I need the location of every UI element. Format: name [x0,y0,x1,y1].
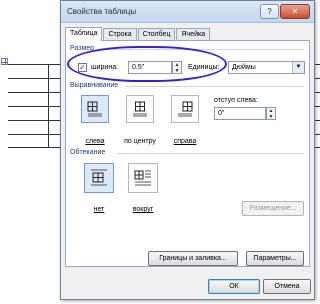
tab-label: Строка [108,31,132,38]
units-select[interactable]: Дюймы ▼ [228,61,305,74]
indent-label: отступ слева: [214,97,258,104]
align-right-icon [178,101,193,117]
ok-button[interactable]: ОК [208,279,260,294]
close-button[interactable]: ✕ [280,4,310,19]
caption-text: слева [85,138,105,145]
align-left-label[interactable]: слева [76,138,114,145]
divider [98,49,304,50]
tab-table[interactable]: Таблица [65,27,103,41]
table-row [8,120,66,134]
align-left-option[interactable] [81,95,109,123]
width-spinner[interactable]: ▲ ▼ [172,61,182,74]
size-section-label: Размер [70,45,95,52]
indent-spinner[interactable]: ▲ ▼ [266,107,276,120]
borders-and-shading-button[interactable]: Границы и заливка... [148,251,238,266]
wrap-section-label: Обтекание [70,149,106,156]
wrap-none-icon [91,169,107,186]
help-button[interactable]: ? [260,4,279,19]
tab-label: Таблица [70,30,98,37]
caption-text: по центру [124,138,156,145]
chevron-down-icon[interactable]: ▼ [292,62,304,73]
divider [118,153,304,154]
tab-label: Столбец [142,31,171,38]
caption-text: нет [93,206,105,213]
table-move-handle[interactable] [1,58,8,65]
spin-down-icon[interactable]: ▼ [267,114,275,120]
units-label: Единицы: [188,64,220,71]
dialog-title: Свойства таблицы [67,7,137,16]
tab-strip: Таблица Строка Столбец Ячейка [65,27,211,41]
dialog-titlebar[interactable]: Свойства таблицы ? ✕ [61,1,314,23]
align-left-icon [87,101,102,117]
align-right-option[interactable] [171,95,199,123]
wrap-around-label[interactable]: вокруг [124,206,162,213]
align-center-icon [133,101,147,117]
positioning-button[interactable]: Размещение... [242,201,304,216]
table-row [8,92,66,106]
caption-text: справа [173,138,197,145]
width-label: ширина: [91,64,119,71]
indent-input[interactable]: 0" [214,107,266,120]
cancel-button[interactable]: Отмена [263,279,311,294]
align-center-option[interactable] [126,95,154,123]
width-input[interactable]: 0.5" [128,61,172,74]
alignment-section-label: Выравнивание [70,82,119,89]
document-table [8,64,66,148]
units-value: Дюймы [232,64,256,71]
table-row [8,106,66,120]
caption-text: вокруг [132,206,154,213]
align-right-label[interactable]: справа [166,138,204,145]
align-center-label[interactable]: по центру [118,138,162,145]
wrap-none-option[interactable] [84,163,114,193]
tab-label: Ячейка [181,31,206,38]
spin-down-icon[interactable]: ▼ [173,68,181,74]
wrap-around-option[interactable] [128,163,158,193]
table-row [8,78,66,92]
width-checkbox[interactable]: ✓ [78,63,87,72]
wrap-around-icon [134,170,151,186]
table-row [8,134,66,148]
options-button[interactable]: Параметры... [246,251,304,266]
divider [126,86,304,87]
table-properties-dialog: Свойства таблицы ? ✕ Таблица Строка Стол… [60,0,315,300]
table-tab-panel: Размер ✓ ширина: 0.5" ▲ ▼ Единицы: Дюймы… [65,40,310,267]
wrap-none-label[interactable]: нет [80,206,118,213]
table-row [8,64,66,78]
